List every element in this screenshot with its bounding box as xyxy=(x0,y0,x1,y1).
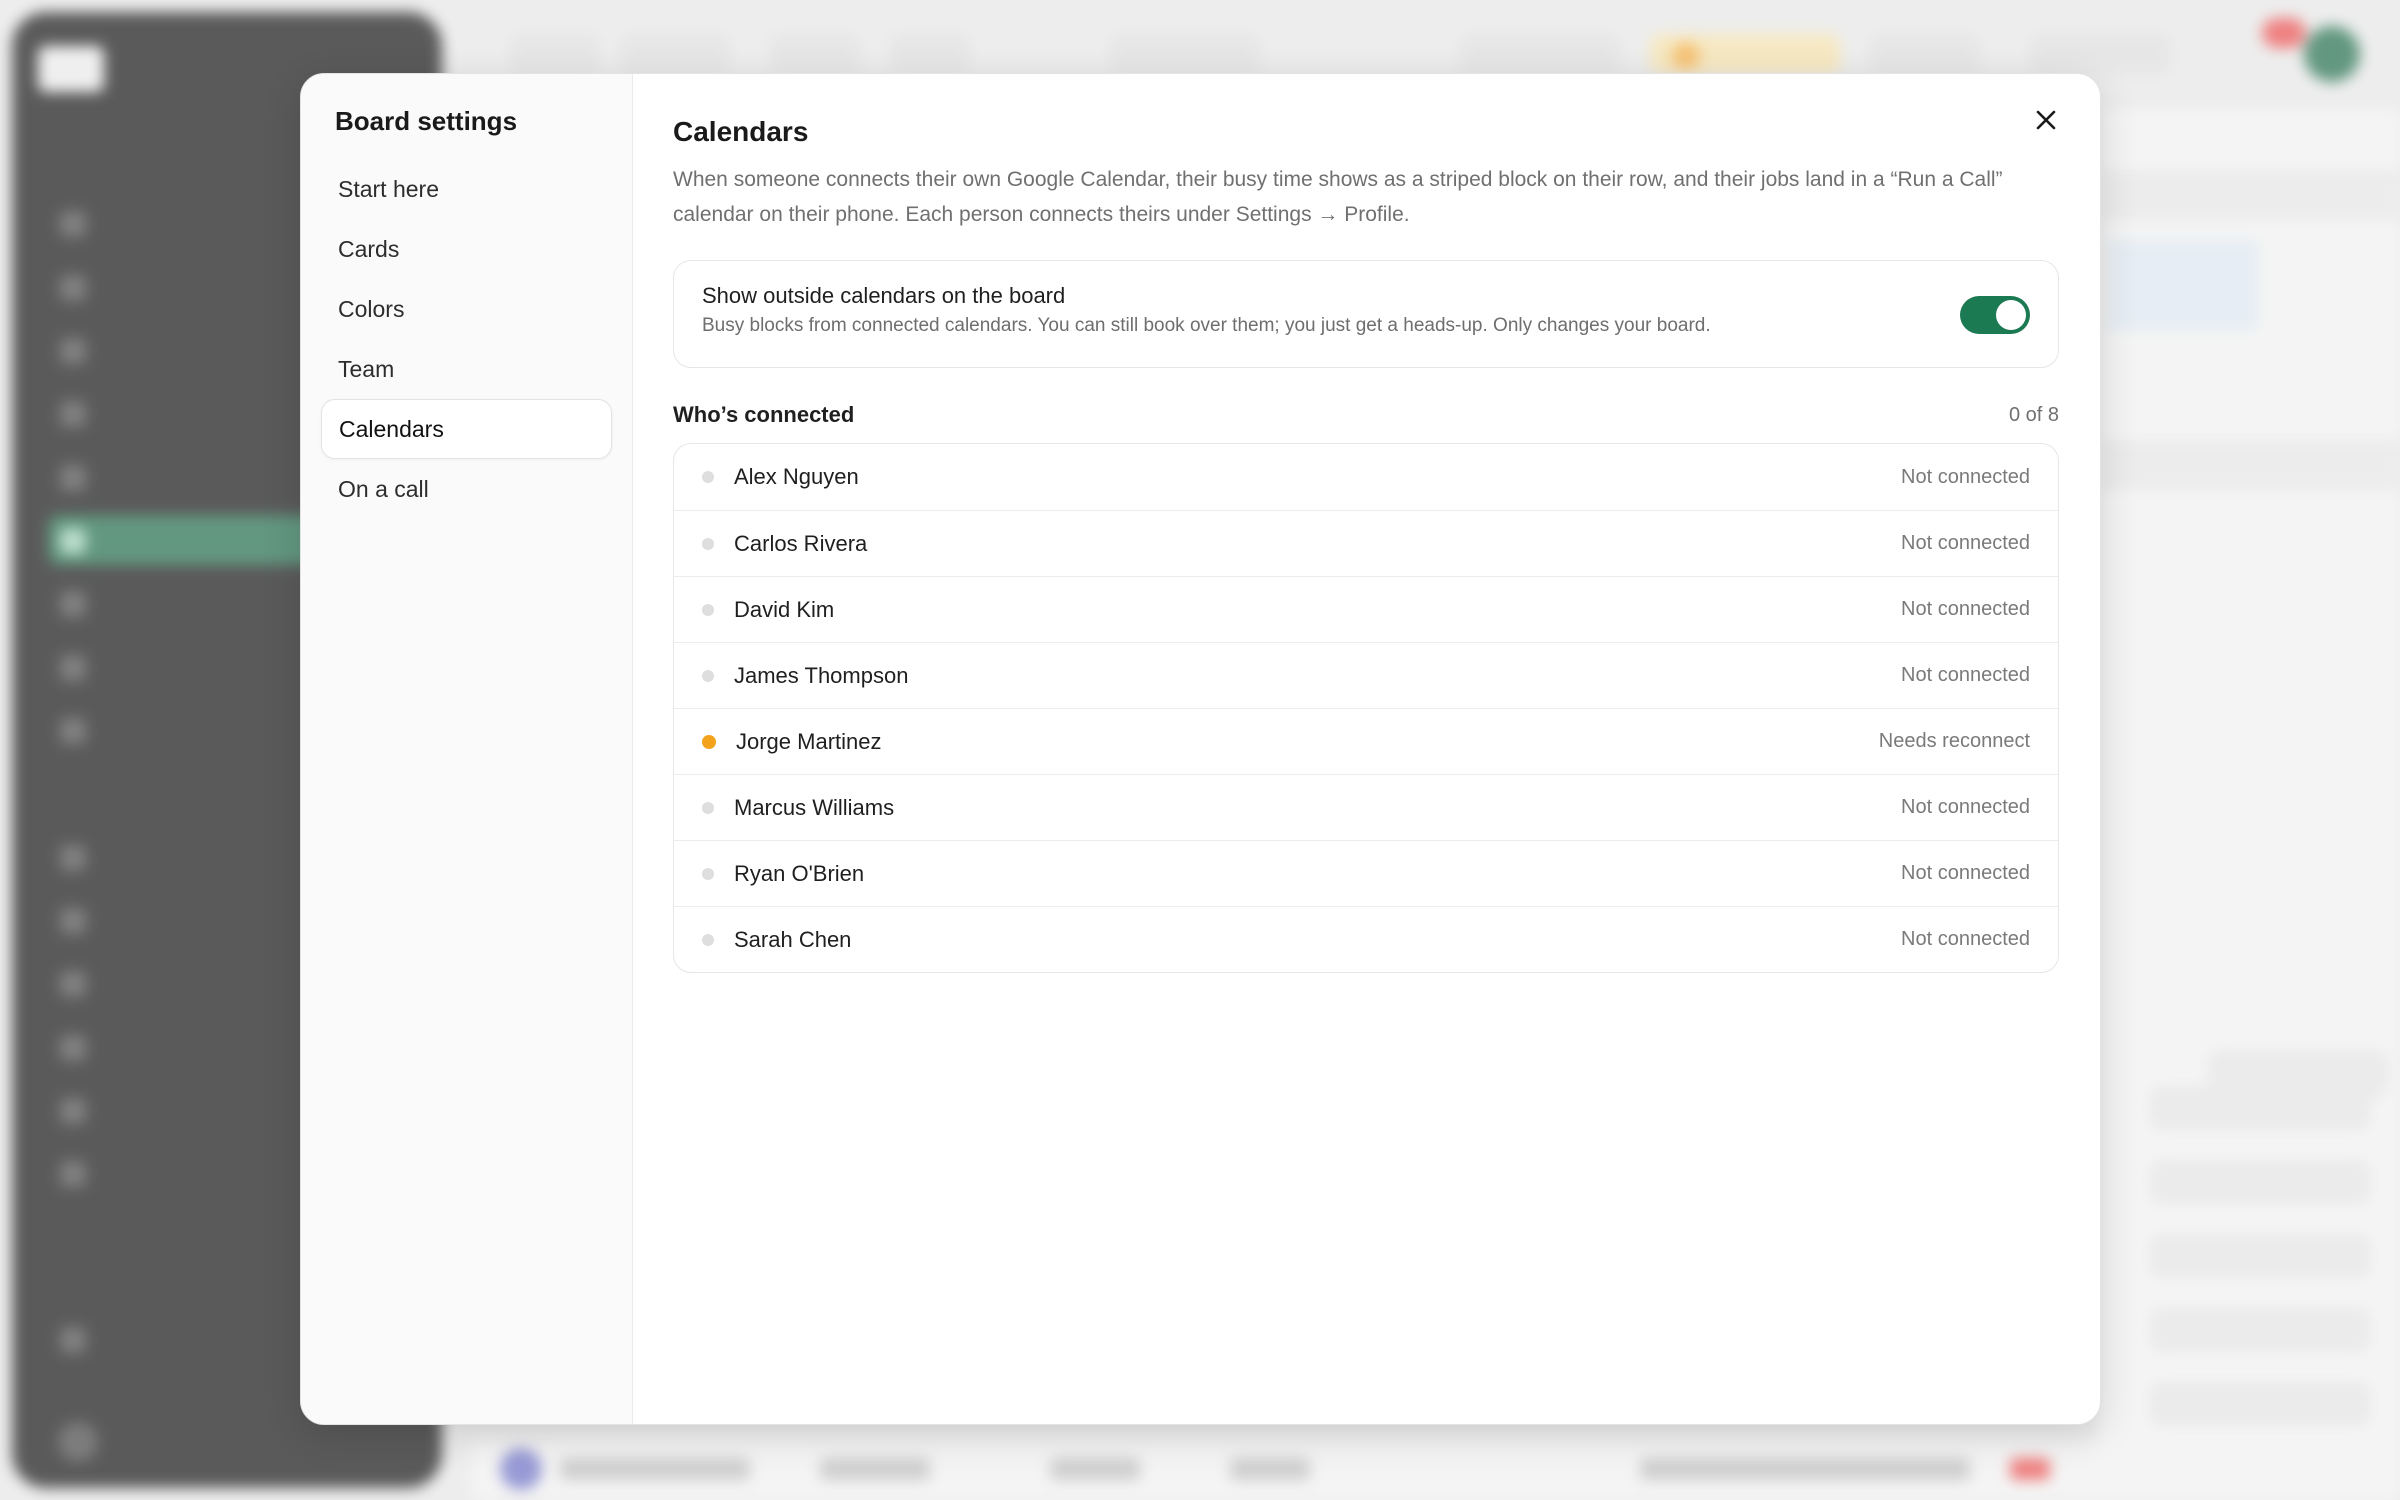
close-icon xyxy=(2036,110,2056,130)
outside-calendars-toggle[interactable] xyxy=(1960,296,2030,334)
nav-item-colors[interactable]: Colors xyxy=(321,279,612,339)
person-name: Marcus Williams xyxy=(734,794,895,820)
status-dot xyxy=(702,867,714,880)
person-status: Not connected xyxy=(1901,465,2030,488)
list-item: David Kim Not connected xyxy=(674,576,2058,642)
outside-calendars-setting: Show outside calendars on the board Busy… xyxy=(673,260,2059,368)
status-dot xyxy=(702,933,714,946)
nav-item-calendars[interactable]: Calendars xyxy=(321,399,612,459)
modal-title: Board settings xyxy=(335,106,518,136)
page-title: Calendars xyxy=(673,116,809,147)
status-dot-warning xyxy=(702,734,716,749)
person-name: Sarah Chen xyxy=(734,926,852,952)
calendars-panel: Calendars When someone connects their ow… xyxy=(633,74,2100,1424)
board-settings-modal: Board settings Start here Cards Colors T… xyxy=(300,73,2101,1425)
people-list: Alex Nguyen Not connected Carlos Rivera … xyxy=(673,443,2059,973)
status-dot xyxy=(702,603,714,616)
person-status: Not connected xyxy=(1901,796,2030,818)
list-item: Jorge Martinez Needs reconnect xyxy=(674,708,2058,774)
person-name: Jorge Martinez xyxy=(736,728,882,754)
connected-count: 0 of 8 xyxy=(2008,403,2059,426)
setting-description: Busy blocks from connected calendars. Yo… xyxy=(702,315,1711,336)
person-status: Not connected xyxy=(1901,598,2030,620)
person-status: Needs reconnect xyxy=(1878,730,2030,752)
calendars-description: When someone connects their own Google C… xyxy=(673,168,2003,226)
nav-item-start-here[interactable]: Start here xyxy=(321,159,612,219)
person-name: David Kim xyxy=(734,596,835,622)
person-status: Not connected xyxy=(1901,664,2030,686)
connected-header: Who’s connected 0 of 8 xyxy=(673,402,2059,428)
list-item: James Thompson Not connected xyxy=(674,642,2058,708)
toggle-knob xyxy=(1996,300,2026,330)
person-name: Alex Nguyen xyxy=(734,464,859,489)
status-dot xyxy=(702,537,714,550)
list-item: Sarah Chen Not connected xyxy=(674,906,2058,972)
person-name: James Thompson xyxy=(734,662,909,688)
close-button[interactable] xyxy=(2026,100,2066,140)
list-item: Ryan O'Brien Not connected xyxy=(674,840,2058,906)
status-dot xyxy=(702,669,714,682)
status-dot xyxy=(702,471,714,483)
person-status: Not connected xyxy=(1901,862,2030,884)
person-name: Ryan O'Brien xyxy=(734,860,865,886)
list-item: Carlos Rivera Not connected xyxy=(674,510,2058,576)
status-dot xyxy=(702,801,714,814)
setting-title: Show outside calendars on the board xyxy=(702,283,1066,308)
nav-item-on-a-call[interactable]: On a call xyxy=(321,459,612,519)
person-status: Not connected xyxy=(1901,928,2030,950)
person-name: Carlos Rivera xyxy=(734,530,868,556)
list-item: Alex Nguyen Not connected xyxy=(674,444,2058,510)
settings-nav: Board settings Start here Cards Colors T… xyxy=(301,74,633,1424)
list-item: Marcus Williams Not connected xyxy=(674,774,2058,840)
connected-title: Who’s connected xyxy=(673,402,855,427)
nav-item-team[interactable]: Team xyxy=(321,339,612,399)
person-status: Not connected xyxy=(1901,532,2030,554)
nav-item-cards[interactable]: Cards xyxy=(321,219,612,279)
